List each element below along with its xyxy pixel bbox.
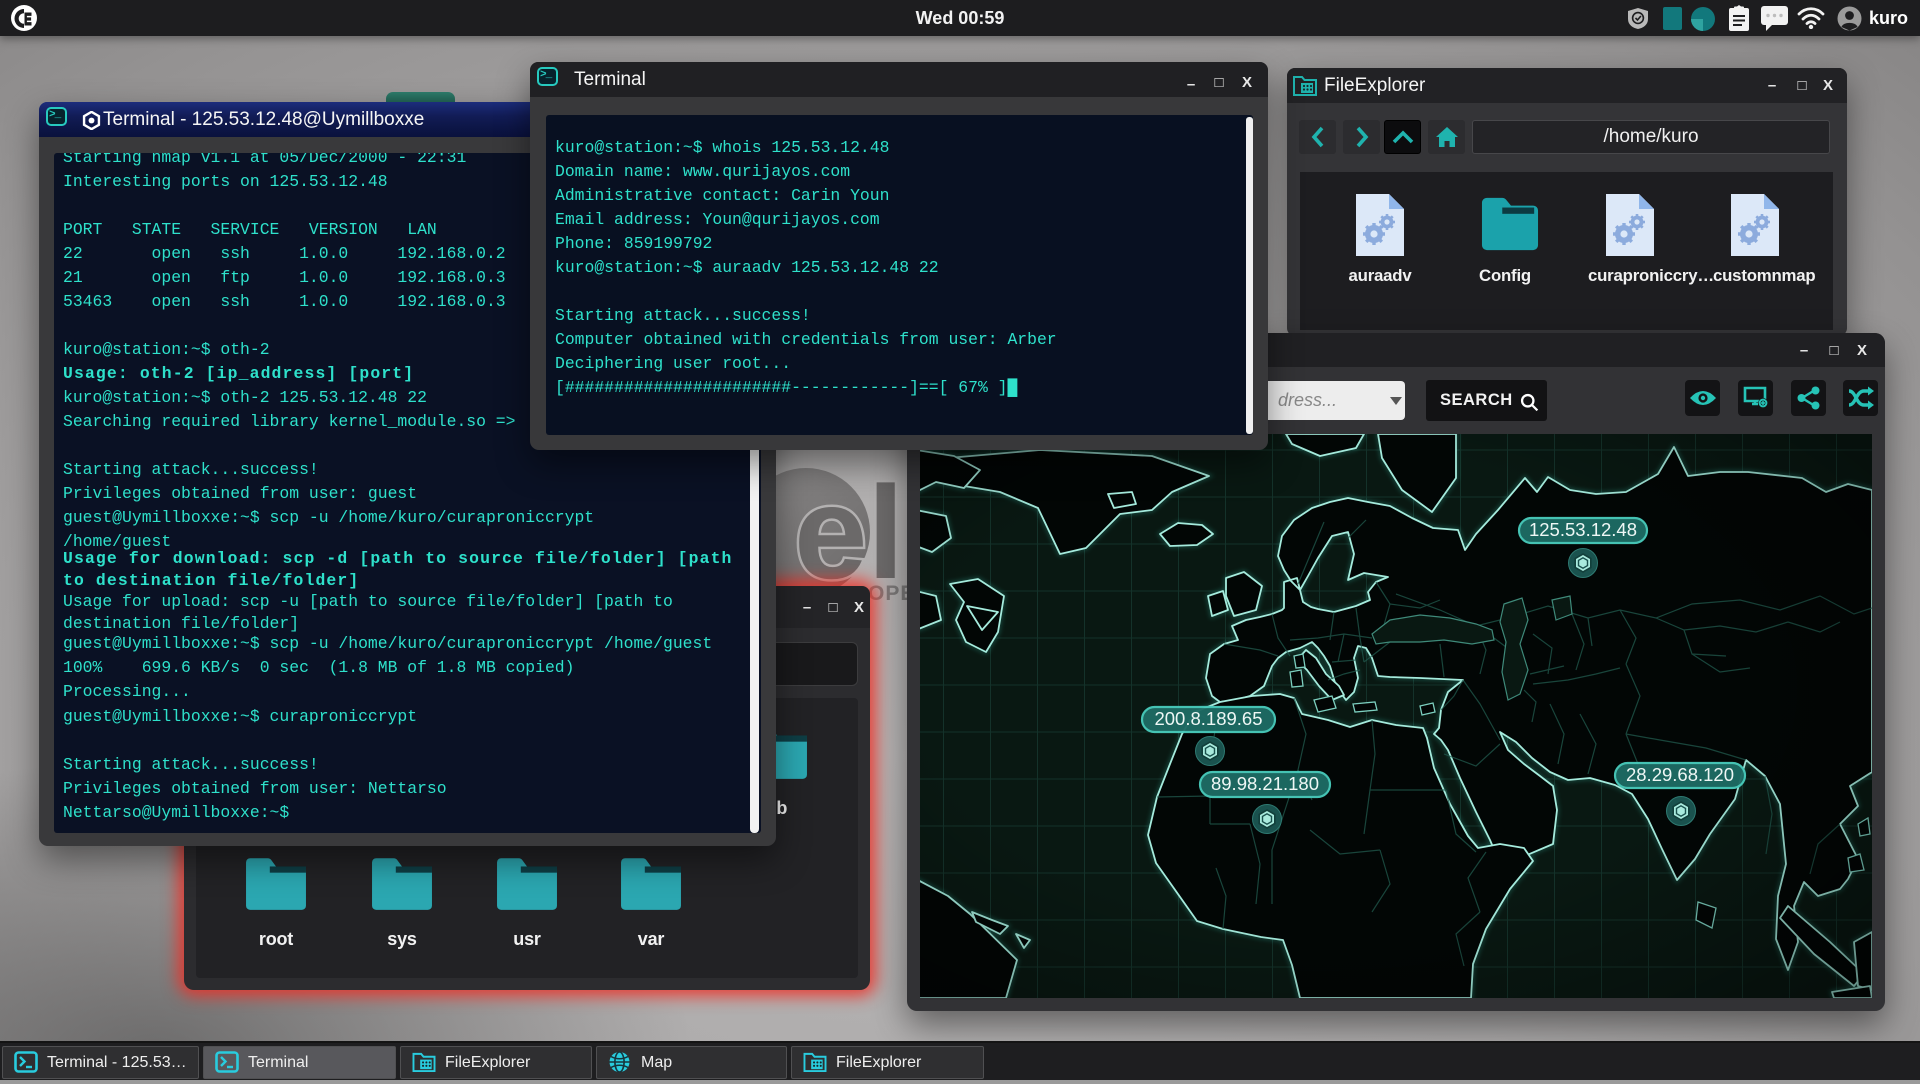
svg-text:125.53.12.48: 125.53.12.48 bbox=[1529, 519, 1637, 540]
svg-text:200.8.189.65: 200.8.189.65 bbox=[1154, 708, 1262, 729]
svg-text:89.98.21.180: 89.98.21.180 bbox=[1211, 773, 1319, 794]
svg-text:28.29.68.120: 28.29.68.120 bbox=[1626, 764, 1734, 785]
